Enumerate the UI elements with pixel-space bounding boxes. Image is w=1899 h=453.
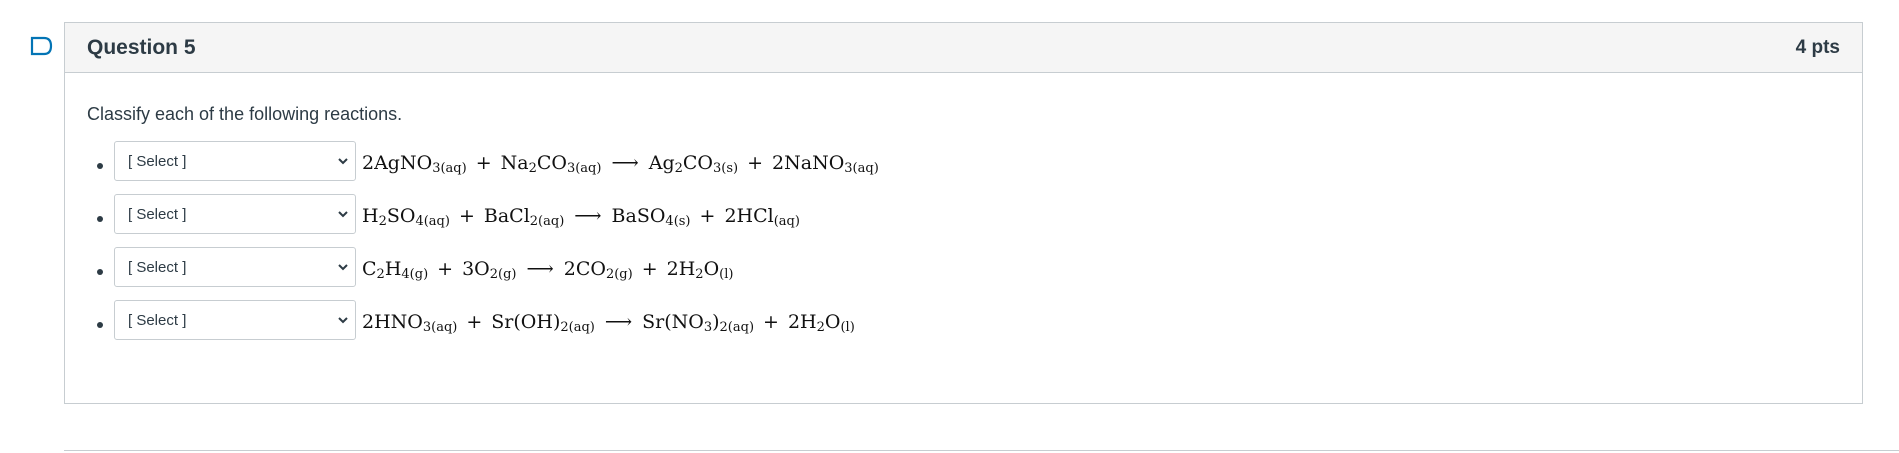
plus-sign: +	[437, 258, 454, 280]
reaction-arrow: ⟶	[526, 258, 554, 280]
reaction-arrow: ⟶	[574, 205, 602, 227]
chemical-term: 2HCl(aq)	[724, 205, 800, 229]
reaction-equation: C2H4(g) +3O2(g) ⟶ 2CO2(g) +2H2O(l)	[362, 253, 733, 285]
select-value: [ Select ]	[128, 205, 187, 223]
chemical-term: C2H4(g)	[362, 258, 429, 282]
question-card: Question 5 4 pts Classify each of the fo…	[64, 22, 1863, 404]
chemical-term: 2HNO3(aq)	[362, 311, 458, 335]
question-prompt: Classify each of the following reactions…	[87, 104, 403, 124]
plus-sign: +	[699, 205, 716, 227]
classification-select-3[interactable]: [ Select ]	[114, 247, 356, 287]
question-body: Classify each of the following reactions…	[65, 73, 1862, 342]
classification-select-2[interactable]: [ Select ]	[114, 194, 356, 234]
divider	[64, 450, 1899, 451]
bullet	[97, 216, 103, 222]
chemical-term: 2NaNO3(aq)	[772, 152, 879, 176]
reaction-arrow: ⟶	[604, 311, 633, 333]
question-header: Question 5 4 pts	[65, 23, 1862, 73]
reaction-equation: H2SO4(aq) + BaCl2(aq) ⟶ BaSO4(s) +2HCl(aq)	[362, 200, 800, 232]
reaction-item: [ Select ] C2H4(g) +3O2(g) ⟶ 2CO2(g) +2H2O(l…	[87, 247, 1840, 289]
plus-sign: +	[747, 152, 764, 174]
chemical-term: Ag2CO3(s)	[648, 152, 739, 176]
reaction-item: [ Select ] 2HNO3(aq) + Sr(OH)2(aq) ⟶ Sr(NO3)…	[87, 300, 1840, 342]
question-points: 4 pts	[1795, 36, 1840, 58]
reaction-item: [ Select ] H2SO4(aq) + BaCl2(aq) ⟶ BaSO4(s) +…	[87, 194, 1840, 236]
classification-select-4[interactable]: [ Select ]	[114, 300, 356, 340]
chemical-term: 2AgNO3(aq)	[362, 152, 467, 176]
chemical-term: 3O2(g)	[462, 258, 517, 282]
select-value: [ Select ]	[128, 152, 187, 170]
plus-sign: +	[475, 152, 492, 174]
bookmark-flag-icon[interactable]	[30, 36, 54, 56]
bullet	[97, 163, 103, 169]
reaction-list: [ Select ] 2AgNO3(aq) + Na2CO3(aq) ⟶ Ag2CO3(…	[87, 141, 1840, 342]
reaction-item: [ Select ] 2AgNO3(aq) + Na2CO3(aq) ⟶ Ag2CO3(…	[87, 141, 1840, 183]
plus-sign: +	[458, 205, 475, 227]
chemical-term: 2H2O(l)	[666, 258, 734, 282]
chemical-term: Na2CO3(aq)	[500, 152, 602, 176]
bullet	[97, 269, 103, 275]
reaction-equation: 2AgNO3(aq) + Na2CO3(aq) ⟶ Ag2CO3(s) +2NaNO3(a…	[362, 147, 879, 179]
classification-select-1[interactable]: [ Select ]	[114, 141, 356, 181]
chemical-term: Sr(NO3)2(aq)	[642, 311, 755, 335]
chevron-down-icon	[338, 158, 348, 165]
chemical-term: BaSO4(s)	[611, 205, 691, 229]
chevron-down-icon	[338, 264, 348, 271]
chemical-term: Sr(OH)2(aq)	[491, 311, 595, 335]
plus-sign: +	[466, 311, 483, 333]
bullet	[97, 322, 103, 328]
chevron-down-icon	[338, 317, 348, 324]
question-title: Question 5	[87, 35, 196, 59]
chevron-down-icon	[338, 211, 348, 218]
reaction-arrow: ⟶	[611, 152, 639, 174]
reaction-equation: 2HNO3(aq) + Sr(OH)2(aq) ⟶ Sr(NO3)2(aq) +2H2O(…	[362, 306, 855, 338]
plus-sign: +	[641, 258, 658, 280]
plus-sign: +	[763, 311, 779, 333]
select-value: [ Select ]	[128, 311, 187, 329]
chemical-term: H2SO4(aq)	[362, 205, 450, 229]
chemical-term: 2CO2(g)	[563, 258, 633, 282]
chemical-term: 2H2O(l)	[787, 311, 855, 335]
chemical-term: BaCl2(aq)	[483, 205, 565, 229]
select-value: [ Select ]	[128, 258, 187, 276]
